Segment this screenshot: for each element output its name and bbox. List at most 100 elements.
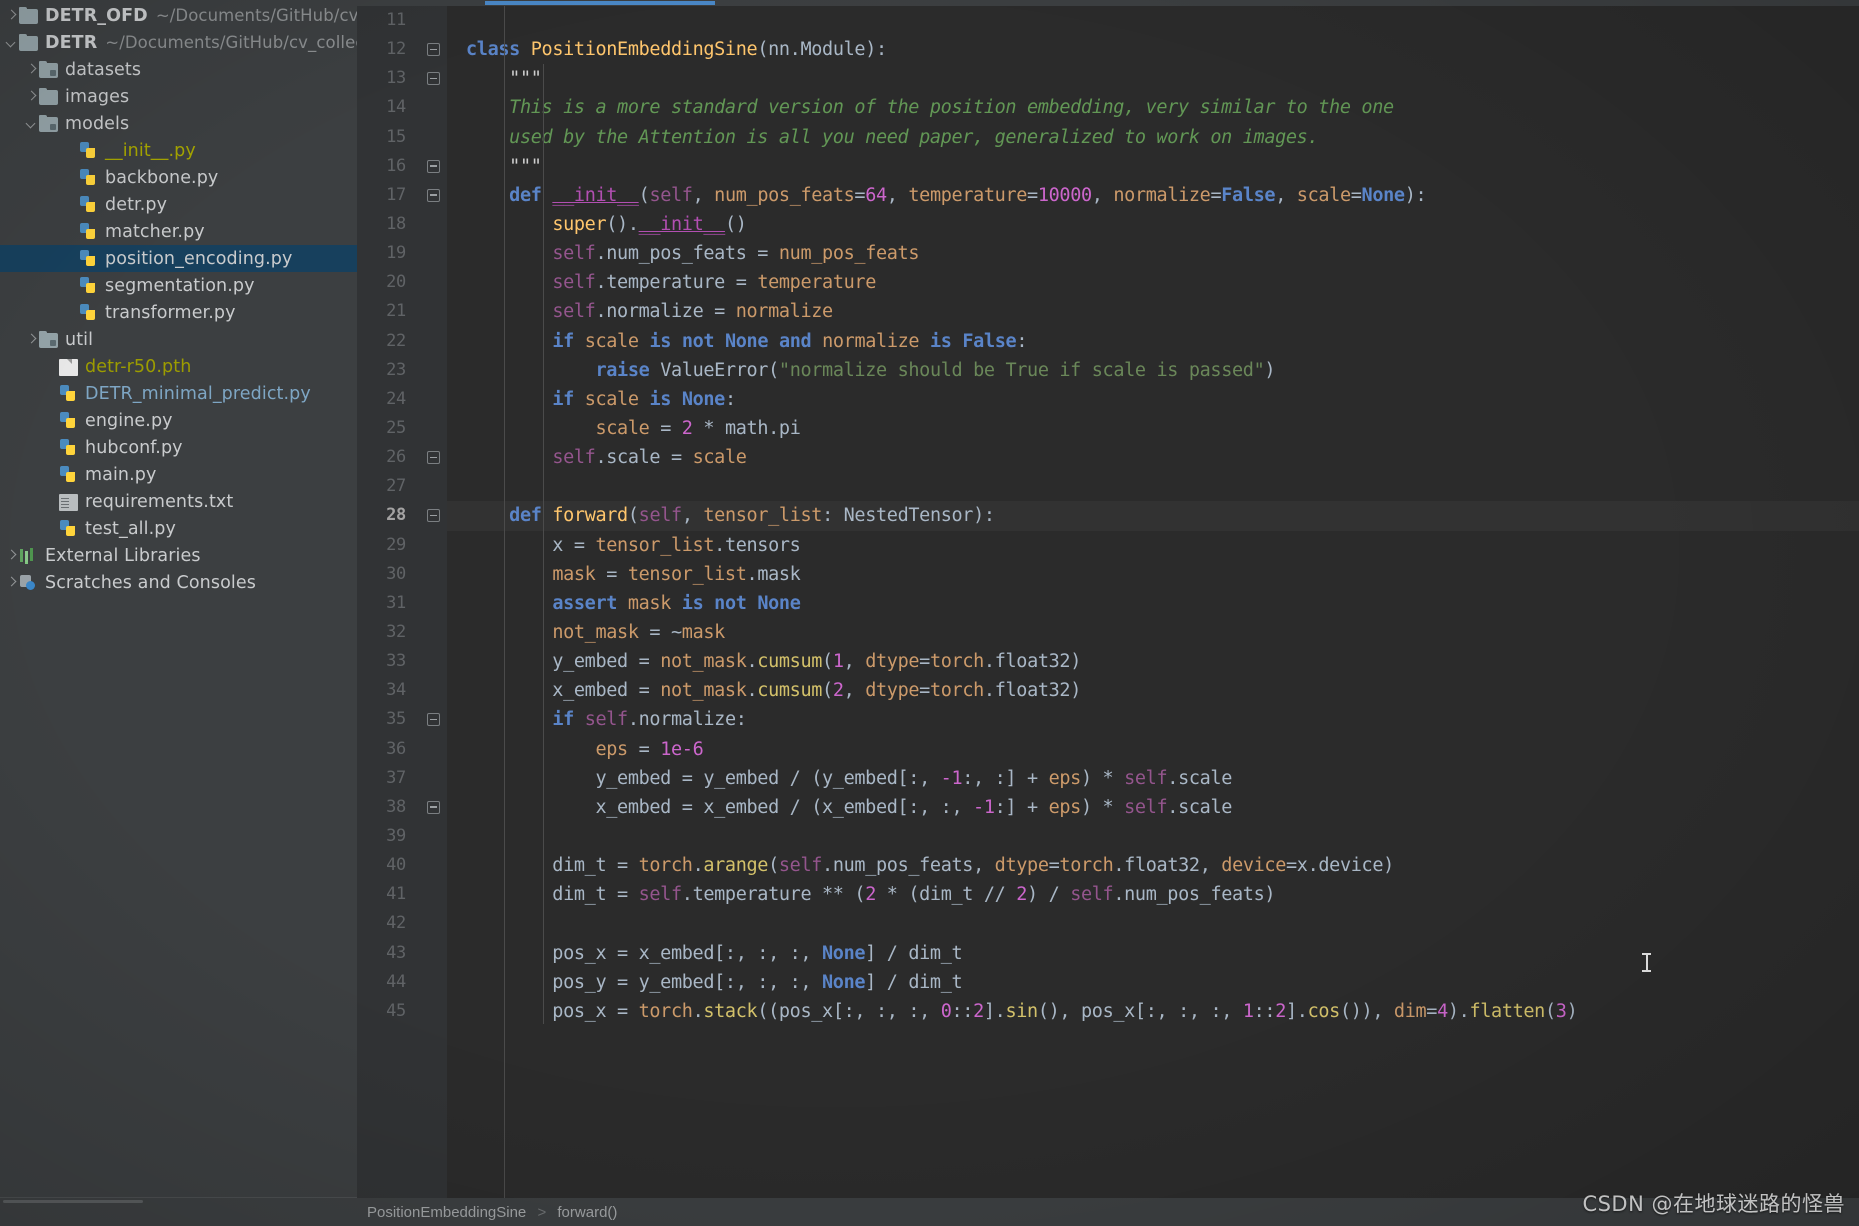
code-folding-gutter[interactable] bbox=[420, 6, 447, 1198]
line-number[interactable]: 17 bbox=[357, 181, 420, 210]
code-line[interactable] bbox=[447, 472, 1859, 501]
tree-item-init-py[interactable]: __init__.py bbox=[0, 137, 357, 164]
tree-item-util[interactable]: util bbox=[0, 326, 357, 353]
tree-item-external-libraries[interactable]: External Libraries bbox=[0, 542, 357, 569]
tree-item-engine-py[interactable]: engine.py bbox=[0, 407, 357, 434]
line-number[interactable]: 19 bbox=[357, 239, 420, 268]
tree-item-models[interactable]: models bbox=[0, 110, 357, 137]
line-number[interactable]: 20 bbox=[357, 268, 420, 297]
line-number[interactable]: 24 bbox=[357, 385, 420, 414]
code-text-region[interactable]: class PositionEmbeddingSine(nn.Module): … bbox=[447, 6, 1859, 1198]
line-number[interactable]: 26 bbox=[357, 443, 420, 472]
code-line[interactable]: """ bbox=[447, 152, 1859, 181]
fold-collapse-icon[interactable] bbox=[427, 43, 440, 57]
line-number-gutter[interactable]: 11 12 13 14 15 16 17 18 19 20 21 22 23 24 25 26 27 28 29 30… bbox=[357, 6, 420, 1198]
code-line[interactable]: self.num_pos_feats = num_pos_feats bbox=[447, 239, 1859, 268]
line-number[interactable]: 12 bbox=[357, 35, 420, 64]
fold-collapse-icon[interactable] bbox=[427, 509, 440, 523]
line-number[interactable]: 44 bbox=[357, 968, 420, 997]
chevron-down-icon[interactable] bbox=[24, 116, 39, 131]
code-line[interactable]: x_embed = not_mask.cumsum(2, dtype=torch… bbox=[447, 676, 1859, 705]
code-line[interactable]: """ bbox=[447, 64, 1859, 93]
editor-breadcrumb-bar[interactable]: PositionEmbeddingSine > forward() bbox=[357, 1198, 1859, 1226]
line-number[interactable]: 41 bbox=[357, 880, 420, 909]
code-line[interactable]: assert mask is not None bbox=[447, 589, 1859, 618]
line-number[interactable]: 21 bbox=[357, 297, 420, 326]
code-line[interactable]: pos_x = torch.stack((pos_x[:, :, :, 0::2… bbox=[447, 997, 1859, 1026]
editor-code-area[interactable]: 11 12 13 14 15 16 17 18 19 20 21 22 23 24 25 26 27 28 29 30… bbox=[357, 6, 1859, 1198]
line-number[interactable]: 15 bbox=[357, 123, 420, 152]
breadcrumb-method[interactable]: forward() bbox=[557, 1204, 617, 1221]
line-number[interactable]: 30 bbox=[357, 560, 420, 589]
line-number[interactable]: 28 bbox=[357, 501, 420, 530]
tree-item-hubconf-py[interactable]: hubconf.py bbox=[0, 434, 357, 461]
code-line[interactable] bbox=[447, 6, 1859, 35]
breadcrumb[interactable]: PositionEmbeddingSine > forward() bbox=[357, 1204, 617, 1221]
fold-collapse-icon[interactable] bbox=[427, 72, 440, 86]
code-line[interactable]: eps = 1e-6 bbox=[447, 735, 1859, 764]
tree-item-detr-ofd[interactable]: DETR_OFD ~/Documents/GitHub/cv_c bbox=[0, 2, 357, 29]
tree-item-datasets[interactable]: datasets bbox=[0, 56, 357, 83]
line-number[interactable]: 32 bbox=[357, 618, 420, 647]
chevron-right-icon[interactable] bbox=[4, 575, 19, 590]
chevron-down-icon[interactable] bbox=[4, 35, 19, 50]
code-line[interactable]: dim_t = torch.arange(self.num_pos_feats,… bbox=[447, 851, 1859, 880]
code-line[interactable]: self.scale = scale bbox=[447, 443, 1859, 472]
code-line[interactable]: used by the Attention is all you need pa… bbox=[447, 123, 1859, 152]
chevron-right-icon[interactable] bbox=[24, 89, 39, 104]
tree-item-detr[interactable]: DETR ~/Documents/GitHub/cv_collect bbox=[0, 29, 357, 56]
line-number[interactable]: 22 bbox=[357, 327, 420, 356]
code-line[interactable]: super().__init__() bbox=[447, 210, 1859, 239]
code-editor[interactable]: 11 12 13 14 15 16 17 18 19 20 21 22 23 24 25 26 27 28 29 30… bbox=[357, 0, 1859, 1226]
code-line[interactable]: if self.normalize: bbox=[447, 705, 1859, 734]
line-number[interactable]: 25 bbox=[357, 414, 420, 443]
chevron-right-icon[interactable] bbox=[24, 62, 39, 77]
code-line[interactable]: y_embed = y_embed / (y_embed[:, -1:, :] … bbox=[447, 764, 1859, 793]
fold-collapse-icon[interactable] bbox=[427, 451, 440, 465]
line-number[interactable]: 27 bbox=[357, 472, 420, 501]
line-number[interactable]: 35 bbox=[357, 705, 420, 734]
fold-collapse-icon[interactable] bbox=[427, 159, 440, 173]
line-number[interactable]: 13 bbox=[357, 64, 420, 93]
tree-item-images[interactable]: images bbox=[0, 83, 357, 110]
code-line[interactable] bbox=[447, 909, 1859, 938]
line-number[interactable]: 16 bbox=[357, 152, 420, 181]
line-number[interactable]: 23 bbox=[357, 356, 420, 385]
code-line[interactable]: This is a more standard version of the p… bbox=[447, 93, 1859, 122]
tree-item-backbone-py[interactable]: backbone.py bbox=[0, 164, 357, 191]
code-line[interactable]: x_embed = x_embed / (x_embed[:, :, -1:] … bbox=[447, 793, 1859, 822]
code-line[interactable]: scale = 2 * math.pi bbox=[447, 414, 1859, 443]
project-tree-panel[interactable]: DETR_OFD ~/Documents/GitHub/cv_c DETR ~/Doc… bbox=[0, 0, 357, 1226]
tree-item-requirements-txt[interactable]: requirements.txt bbox=[0, 488, 357, 515]
code-line[interactable]: mask = tensor_list.mask bbox=[447, 560, 1859, 589]
tree-item-detr-py[interactable]: detr.py bbox=[0, 191, 357, 218]
tree-item-matcher-py[interactable]: matcher.py bbox=[0, 218, 357, 245]
code-line[interactable]: y_embed = not_mask.cumsum(1, dtype=torch… bbox=[447, 647, 1859, 676]
line-number[interactable]: 14 bbox=[357, 93, 420, 122]
tree-item-scratches-and-consoles[interactable]: Scratches and Consoles bbox=[0, 569, 357, 596]
code-line[interactable]: self.normalize = normalize bbox=[447, 297, 1859, 326]
code-line[interactable]: def forward(self, tensor_list: NestedTen… bbox=[447, 501, 1859, 531]
code-line[interactable]: raise ValueError("normalize should be Tr… bbox=[447, 356, 1859, 385]
line-number[interactable]: 34 bbox=[357, 676, 420, 705]
line-number[interactable]: 11 bbox=[357, 6, 420, 35]
line-number[interactable]: 40 bbox=[357, 851, 420, 880]
line-number[interactable]: 38 bbox=[357, 793, 420, 822]
line-number[interactable]: 37 bbox=[357, 764, 420, 793]
breadcrumb-class[interactable]: PositionEmbeddingSine bbox=[367, 1204, 526, 1221]
line-number[interactable]: 29 bbox=[357, 531, 420, 560]
tree-item-position-encoding-py[interactable]: position_encoding.py bbox=[0, 245, 357, 272]
code-line[interactable]: x = tensor_list.tensors bbox=[447, 531, 1859, 560]
tree-item-transformer-py[interactable]: transformer.py bbox=[0, 299, 357, 326]
line-number[interactable]: 33 bbox=[357, 647, 420, 676]
tree-item-segmentation-py[interactable]: segmentation.py bbox=[0, 272, 357, 299]
line-number[interactable]: 39 bbox=[357, 822, 420, 851]
code-line[interactable]: pos_y = y_embed[:, :, :, None] / dim_t bbox=[447, 968, 1859, 997]
code-line[interactable]: self.temperature = temperature bbox=[447, 268, 1859, 297]
chevron-right-icon[interactable] bbox=[4, 548, 19, 563]
fold-collapse-icon[interactable] bbox=[427, 188, 440, 202]
tree-item-test-all-py[interactable]: test_all.py bbox=[0, 515, 357, 542]
project-tree[interactable]: DETR_OFD ~/Documents/GitHub/cv_c DETR ~/Doc… bbox=[0, 2, 357, 596]
code-line[interactable]: if scale is not None and normalize is Fa… bbox=[447, 327, 1859, 356]
chevron-right-icon[interactable] bbox=[24, 332, 39, 347]
